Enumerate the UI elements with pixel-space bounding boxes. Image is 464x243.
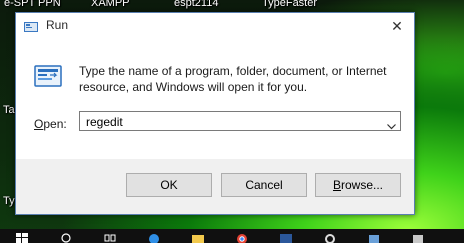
desktop-shortcut-label[interactable]: XAMPP — [91, 0, 130, 9]
taskbar — [0, 229, 464, 243]
word-icon[interactable] — [264, 229, 308, 243]
chrome-icon[interactable] — [220, 229, 264, 243]
app-icon[interactable] — [396, 229, 440, 243]
desktop-shortcut-label[interactable]: TypeFaster — [262, 0, 317, 9]
button-bar: OK Cancel Browse... — [16, 159, 414, 214]
ok-button[interactable]: OK — [126, 173, 212, 197]
title-bar[interactable]: Run ✕ — [16, 13, 414, 39]
run-app-icon — [34, 64, 62, 95]
run-dialog: Run ✕ Type the name of a program, folder… — [15, 12, 415, 215]
browse-button[interactable]: Browse... — [315, 173, 401, 197]
desktop-shortcut-label[interactable]: Ty — [3, 195, 15, 207]
open-label: Open: — [34, 117, 67, 131]
open-label-text: pen: — [43, 117, 67, 131]
chevron-down-icon[interactable] — [387, 117, 396, 135]
instruction-text: Type the name of a program, folder, docu… — [79, 64, 387, 94]
desktop-shortcut-label[interactable]: espt2114 — [174, 0, 218, 9]
task-view-icon[interactable] — [88, 229, 132, 243]
settings-icon[interactable] — [308, 229, 352, 243]
desktop-shortcut-label[interactable]: e-SPT PPN — [4, 0, 61, 9]
browse-label: rowse... — [341, 178, 384, 192]
cancel-button[interactable]: Cancel — [221, 173, 307, 197]
desktop-shortcut-label[interactable]: Ta — [3, 104, 15, 116]
browse-accesskey: B — [332, 178, 341, 192]
open-input[interactable]: regedit — [86, 115, 123, 129]
close-button[interactable]: ✕ — [386, 17, 408, 35]
open-label-accesskey: O — [34, 117, 44, 131]
file-explorer-icon[interactable] — [176, 229, 220, 243]
open-combobox[interactable]: regedit — [79, 111, 401, 131]
search-icon[interactable] — [44, 229, 88, 243]
network-icon[interactable] — [352, 229, 396, 243]
windows-icon[interactable] — [0, 229, 44, 243]
run-icon — [24, 20, 38, 38]
edge-icon[interactable] — [132, 229, 176, 243]
window-title: Run — [46, 18, 69, 32]
